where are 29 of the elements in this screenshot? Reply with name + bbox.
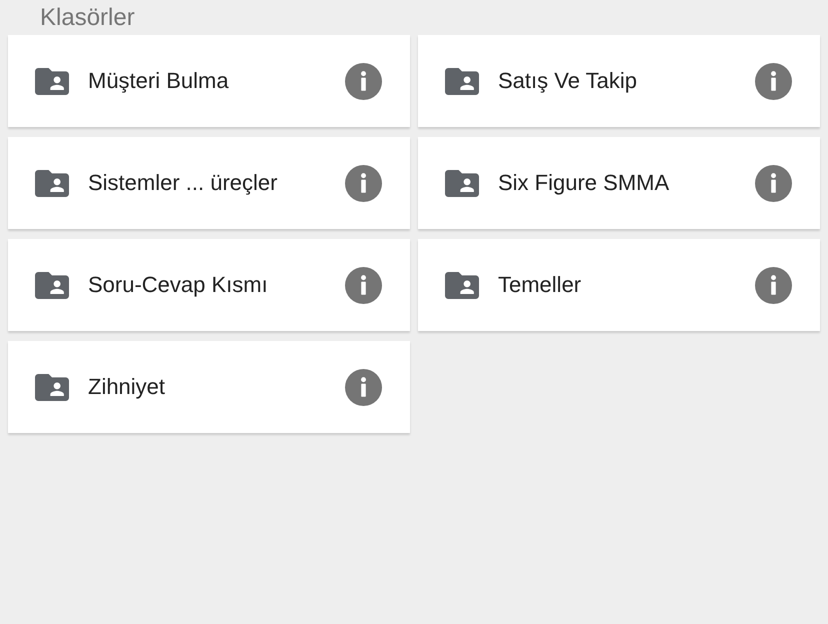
folder-name: Six Figure SMMA [498,170,670,196]
info-icon[interactable] [755,164,792,202]
page-title: Klasörler [40,4,135,32]
shared-folder-icon [35,374,69,400]
info-icon[interactable] [755,62,792,100]
folder-name: Zihniyet [88,374,166,400]
folder-name: Satış Ve Takip [498,68,638,94]
info-icon[interactable] [345,62,382,100]
shared-folder-icon [445,170,479,196]
folder-card[interactable]: Six Figure SMMA [418,137,820,229]
info-icon[interactable] [755,266,792,304]
info-icon[interactable] [345,164,382,202]
folder-name: Müşteri Bulma [88,68,229,94]
shared-folder-icon [35,272,69,298]
folder-card[interactable]: Sistemler ... üreçler [8,137,410,229]
folder-card[interactable]: Temeller [418,239,820,331]
info-icon[interactable] [345,266,382,304]
shared-folder-icon [35,68,69,94]
shared-folder-icon [445,272,479,298]
folder-card[interactable]: Satış Ve Takip [418,35,820,127]
folder-name: Soru-Cevap Kısmı [88,272,268,298]
shared-folder-icon [35,170,69,196]
folder-card[interactable]: Soru-Cevap Kısmı [8,239,410,331]
folder-card[interactable]: Zihniyet [8,341,410,433]
info-icon[interactable] [345,368,382,406]
folder-name: Temeller [498,272,582,298]
folder-card[interactable]: Müşteri Bulma [8,35,410,127]
shared-folder-icon [445,68,479,94]
folder-name: Sistemler ... üreçler [88,170,278,196]
